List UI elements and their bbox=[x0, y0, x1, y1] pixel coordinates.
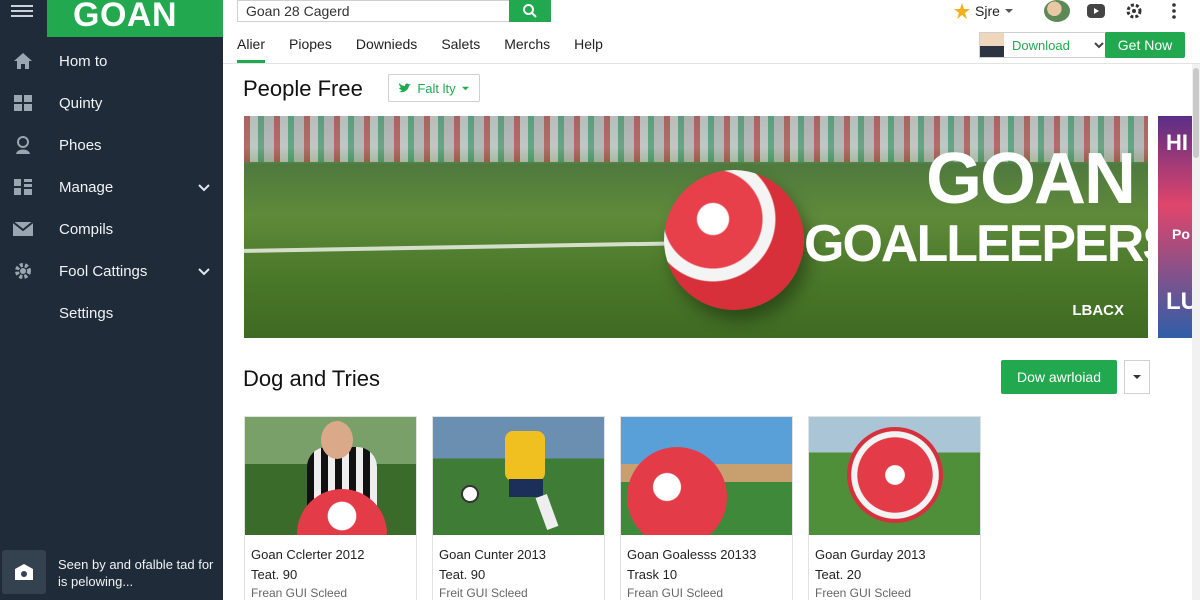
caret-down-icon bbox=[1004, 9, 1013, 13]
settings-icon[interactable] bbox=[1123, 0, 1145, 22]
video-icon[interactable] bbox=[1085, 0, 1107, 22]
tab-salets[interactable]: Salets bbox=[441, 30, 480, 63]
chevron-down-icon[interactable] bbox=[197, 264, 211, 278]
nav-tabs: Alier Piopes Downieds Salets Merchs Help bbox=[237, 30, 627, 63]
filter-dropdown[interactable]: Falt lty bbox=[388, 74, 480, 102]
people-icon bbox=[12, 134, 34, 156]
home-icon bbox=[12, 50, 34, 72]
download-options-button[interactable] bbox=[1124, 360, 1150, 394]
menu-icon[interactable] bbox=[11, 2, 33, 20]
soccer-ball-image bbox=[664, 170, 804, 310]
filter-label: Falt lty bbox=[417, 80, 456, 96]
star-icon bbox=[954, 3, 970, 19]
sidebar-item-label: Fool Cattings bbox=[59, 262, 148, 280]
hero-subtitle: GOALLEEPERS bbox=[804, 215, 1148, 273]
scrollbar-thumb[interactable] bbox=[1193, 68, 1199, 158]
download-select-label: Download bbox=[1012, 37, 1070, 53]
card-image bbox=[433, 417, 604, 535]
main-content: People Free Falt lty GOAN GOALLEEPERS LB… bbox=[223, 64, 1200, 600]
sidebar-item-label: Settings bbox=[59, 304, 114, 322]
card-image bbox=[245, 417, 416, 535]
hero-brand: LBACX bbox=[1072, 302, 1124, 319]
windows-icon bbox=[12, 92, 34, 114]
hero-banner[interactable]: GOAN GOALLEEPERS LBACX bbox=[244, 116, 1148, 338]
hero-title: GOAN bbox=[926, 139, 1136, 219]
card-subtitle: Teat. 90 bbox=[439, 567, 486, 582]
card-title: Goan Goalesss 20133 bbox=[627, 547, 757, 562]
search-input[interactable] bbox=[237, 0, 509, 22]
chevron-down-icon[interactable] bbox=[197, 180, 211, 194]
sidebar-item-label: Manage bbox=[59, 178, 114, 196]
sidebar-item-label: Phoes bbox=[59, 136, 102, 154]
tab-alier[interactable]: Alier bbox=[237, 30, 266, 63]
download-thumbnail bbox=[980, 33, 1004, 57]
card-grid: Goan Cclerter 2012 Teat. 90 Frean GUI Sc… bbox=[244, 416, 981, 600]
product-card[interactable]: Goan Cclerter 2012 Teat. 90 Frean GUI Sc… bbox=[244, 416, 417, 600]
twitter-icon bbox=[399, 83, 412, 93]
slide-text: Po bbox=[1172, 226, 1190, 242]
search-icon bbox=[523, 4, 537, 18]
logo[interactable]: GOAN bbox=[47, 0, 223, 37]
slide-text: HI bbox=[1166, 130, 1188, 155]
card-title: Goan Cunter 2013 bbox=[439, 547, 546, 562]
sidebar-item-settings[interactable]: Settings bbox=[0, 292, 223, 334]
user-label: Sjre bbox=[975, 3, 1000, 19]
caret-down-icon bbox=[1133, 375, 1141, 379]
card-meta: Freen GUI Scleed bbox=[815, 586, 912, 600]
image-icon[interactable] bbox=[2, 550, 46, 594]
card-subtitle: Teat. 90 bbox=[251, 567, 298, 582]
caret-down-icon bbox=[461, 86, 469, 90]
tab-downieds[interactable]: Downieds bbox=[356, 30, 417, 63]
gear-icon bbox=[12, 260, 34, 282]
more-vertical-icon[interactable] bbox=[1163, 0, 1185, 22]
scrollbar[interactable] bbox=[1192, 64, 1200, 600]
product-card[interactable]: Goan Cunter 2013 Teat. 90 Freit GUI Scle… bbox=[432, 416, 605, 600]
section-title: People Free bbox=[243, 76, 363, 101]
sidebar-item-fool-cattings[interactable]: Fool Cattings bbox=[0, 250, 223, 292]
sidebar-item-label: Hom to bbox=[59, 52, 108, 70]
card-meta: Freit GUI Scleed bbox=[439, 586, 528, 600]
tab-piopes[interactable]: Piopes bbox=[289, 30, 332, 63]
tab-merchs[interactable]: Merchs bbox=[504, 30, 550, 63]
sidebar-item-quinty[interactable]: Quinty bbox=[0, 82, 223, 124]
mail-icon bbox=[12, 218, 34, 240]
download-button[interactable]: Dow awrloiad bbox=[1001, 360, 1117, 394]
sidebar-footer[interactable]: Seen by and ofalble tad for is pelowing.… bbox=[0, 548, 223, 600]
card-title: Goan Gurday 2013 bbox=[815, 547, 926, 562]
product-card[interactable]: Goan Gurday 2013 Teat. 20 Freen GUI Scle… bbox=[808, 416, 981, 600]
sidebar: GOAN Hom to Quinty Phoes Manage Compils … bbox=[0, 0, 223, 600]
chevron-down-icon bbox=[1093, 39, 1105, 54]
download-select[interactable]: Download bbox=[979, 32, 1112, 58]
sidebar-item-home[interactable]: Hom to bbox=[0, 40, 223, 82]
card-meta: Frean GUI Scleed bbox=[251, 586, 348, 600]
card-subtitle: Trask 10 bbox=[627, 567, 678, 582]
avatar[interactable] bbox=[1044, 0, 1070, 22]
card-meta: Frean GUI Scleed bbox=[627, 586, 724, 600]
card-image bbox=[809, 417, 980, 535]
sidebar-footer-text: Seen by and ofalble tad for is pelowing.… bbox=[58, 557, 214, 589]
sidebar-nav: Hom to Quinty Phoes Manage Compils Fool … bbox=[0, 40, 223, 334]
get-now-button[interactable]: Get Now bbox=[1105, 32, 1185, 58]
card-subtitle: Teat. 20 bbox=[815, 567, 862, 582]
section-title: Dog and Tries bbox=[243, 366, 380, 391]
search-button[interactable] bbox=[509, 0, 551, 22]
user-menu[interactable]: Sjre bbox=[953, 0, 1014, 22]
sidebar-item-compils[interactable]: Compils bbox=[0, 208, 223, 250]
card-title: Goan Cclerter 2012 bbox=[251, 547, 365, 562]
sidebar-item-phoes[interactable]: Phoes bbox=[0, 124, 223, 166]
card-image bbox=[621, 417, 792, 535]
grid-icon bbox=[12, 176, 34, 198]
product-card[interactable]: Goan Goalesss 20133 Trask 10 Frean GUI S… bbox=[620, 416, 793, 600]
sidebar-item-label: Quinty bbox=[59, 94, 103, 112]
tab-help[interactable]: Help bbox=[574, 30, 603, 63]
sidebar-item-manage[interactable]: Manage bbox=[0, 166, 223, 208]
sidebar-item-label: Compils bbox=[59, 220, 114, 238]
top-bar: Alier Piopes Downieds Salets Merchs Help… bbox=[223, 0, 1200, 64]
